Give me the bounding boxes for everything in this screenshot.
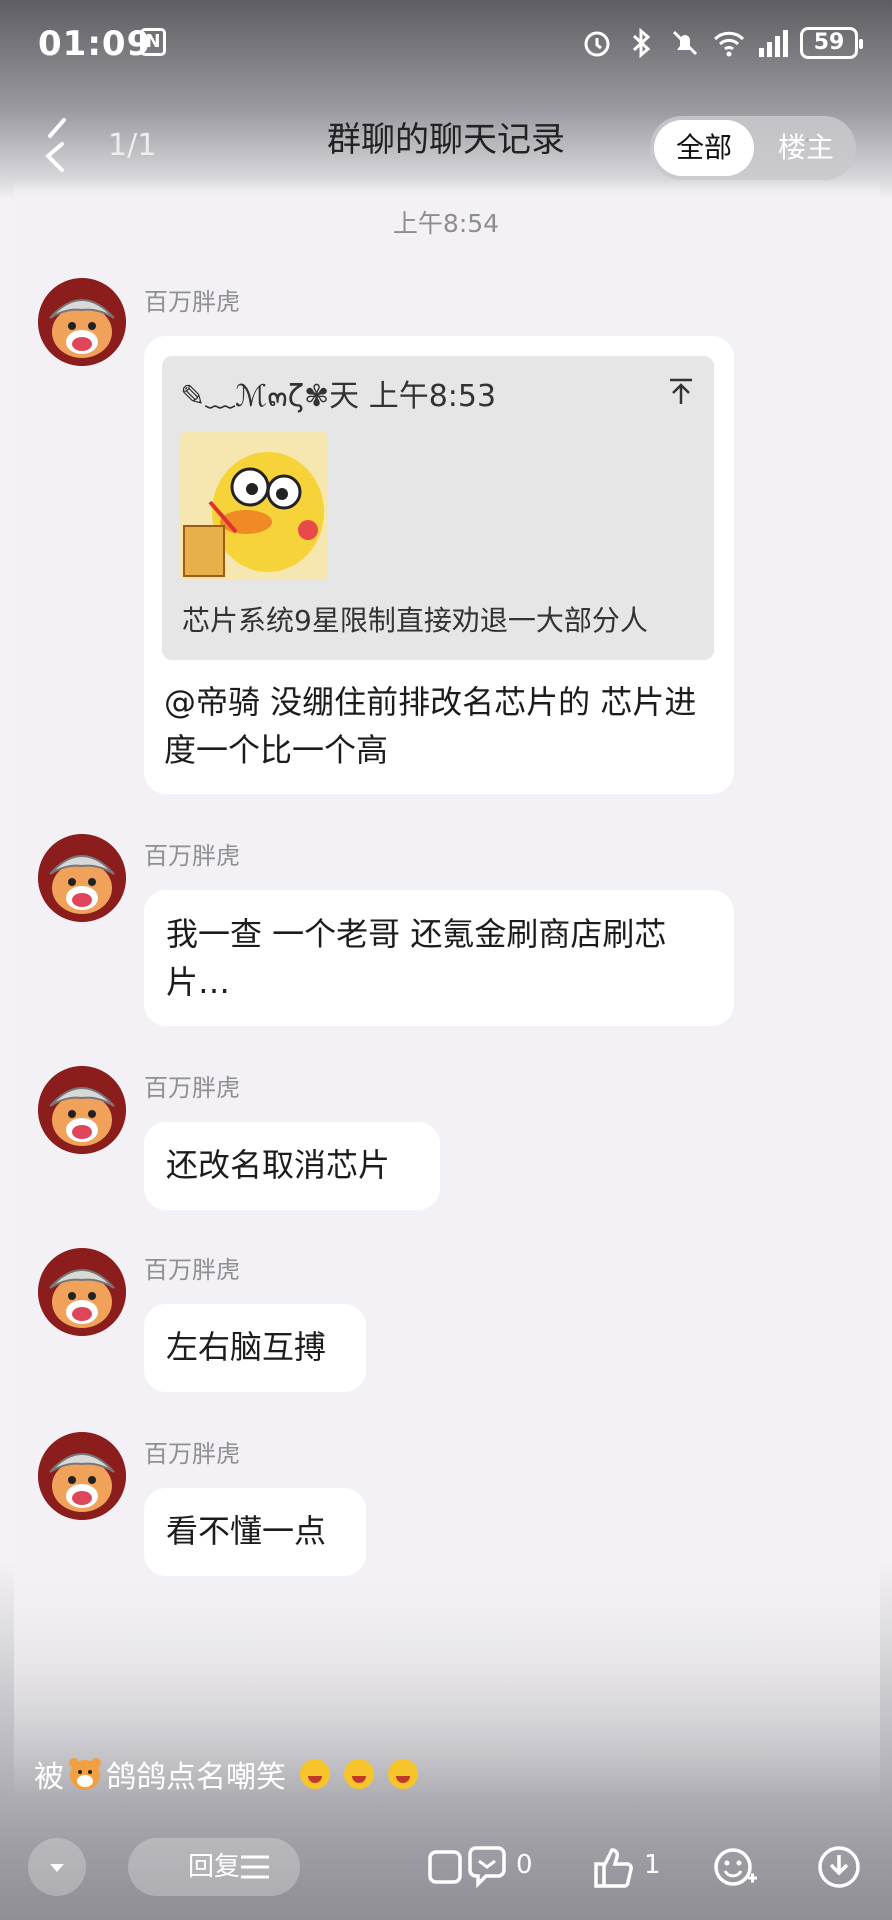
message-text: 我一查 一个老哥 还氪金刷商店刷芯片… [166, 915, 667, 1001]
comment-icon[interactable] [464, 1844, 510, 1890]
laugh-emoji-icon [388, 1759, 418, 1789]
message-text: 看不懂一点 [166, 1512, 327, 1550]
avatar[interactable] [38, 1248, 126, 1336]
comment-count: 0 [516, 1850, 533, 1880]
reaction-text: 鸽鸽点名嘲笑 [106, 1760, 286, 1795]
bear-avatar-icon [38, 1066, 126, 1154]
message-text: 左右脑互搏 [166, 1328, 327, 1366]
avatar[interactable] [38, 1066, 126, 1154]
message-bubble[interactable]: 左右脑互搏 [144, 1304, 366, 1392]
arrow-to-top-icon[interactable] [666, 376, 696, 406]
battery-icon: 59 [800, 27, 863, 59]
laugh-emoji-icon [344, 1759, 374, 1789]
avatar[interactable] [38, 278, 126, 366]
quote-text: 芯片系统9星限制直接劝退一大部分人 [182, 604, 648, 637]
tab-op-only[interactable]: 楼主 [760, 120, 852, 176]
bear-avatar-icon [38, 1248, 126, 1336]
signal-icon [759, 30, 788, 57]
avatar[interactable] [38, 834, 126, 922]
emoji-add-icon[interactable] [712, 1844, 758, 1890]
chevron-down-icon [50, 1864, 64, 1872]
message-bubble[interactable]: 还改名取消芯片 [144, 1122, 440, 1210]
bear-avatar-icon [38, 1432, 126, 1520]
duck-sticker-image[interactable] [180, 432, 328, 580]
wifi-icon [713, 31, 745, 57]
sender-name: 百万胖虎 [144, 842, 240, 870]
reaction-line: 被 鸽鸽点名嘲笑 [34, 1752, 418, 1796]
bluetooth-icon [632, 27, 651, 59]
nfc-icon: N [140, 28, 166, 56]
sender-name: 百万胖虎 [144, 1440, 240, 1468]
tiger-emoji-icon [69, 1758, 101, 1790]
laugh-emoji-icon [300, 1759, 330, 1789]
message-bubble[interactable]: 我一查 一个老哥 还氪金刷商店刷芯片… [144, 890, 734, 1026]
message-text: @帝骑 没绷住前排改名芯片的 芯片进度一个比一个高 [164, 683, 697, 769]
sender-name: 百万胖虎 [144, 288, 240, 316]
status-icons: 59 [580, 26, 863, 60]
message-bubble[interactable]: ✎﹏ℳ๓ζ✾天 上午8:53 芯片系统9星限制直接劝退一大部分人 @帝骑 没绷住… [144, 336, 734, 794]
reply-label: 回复 [188, 1852, 241, 1882]
filter-segment: 全部 楼主 [650, 116, 856, 180]
download-icon[interactable] [816, 1844, 862, 1890]
sender-name: 百万胖虎 [144, 1256, 240, 1284]
status-bar: 01:09 N 59 [0, 0, 892, 90]
tab-all[interactable]: 全部 [654, 120, 754, 176]
bear-avatar-icon [38, 278, 126, 366]
message-bubble[interactable]: 看不懂一点 [144, 1488, 366, 1576]
status-time: 01:09 [38, 24, 152, 64]
thumbs-up-icon[interactable] [590, 1844, 636, 1890]
quote-header: ✎﹏ℳ๓ζ✾天 上午8:53 [180, 379, 497, 414]
reply-button[interactable]: 回复 [128, 1838, 300, 1896]
menu-icon [241, 1855, 269, 1879]
bottom-bar: 回复 0 1 [0, 1820, 892, 1920]
quoted-message[interactable]: ✎﹏ℳ๓ζ✾天 上午8:53 芯片系统9星限制直接劝退一大部分人 [162, 356, 714, 660]
sender-name: 百万胖虎 [144, 1074, 240, 1102]
mute-icon [672, 30, 698, 56]
expand-button[interactable] [28, 1838, 86, 1896]
message-timestamp: 上午8:54 [392, 209, 500, 238]
bear-avatar-icon [38, 834, 126, 922]
screen: 01:09 N 59 1/1 群聊的聊天记录 ··· 全部 楼主 上午8:54 [0, 0, 892, 1920]
message-text: 还改名取消芯片 [166, 1146, 391, 1184]
like-count: 1 [644, 1850, 661, 1880]
yellow-duck-sticker-icon [180, 432, 328, 580]
avatar[interactable] [38, 1432, 126, 1520]
alarm-icon [584, 31, 610, 57]
reaction-prefix: 被 [34, 1760, 64, 1795]
header: 1/1 群聊的聊天记录 ··· 全部 楼主 [0, 90, 892, 190]
